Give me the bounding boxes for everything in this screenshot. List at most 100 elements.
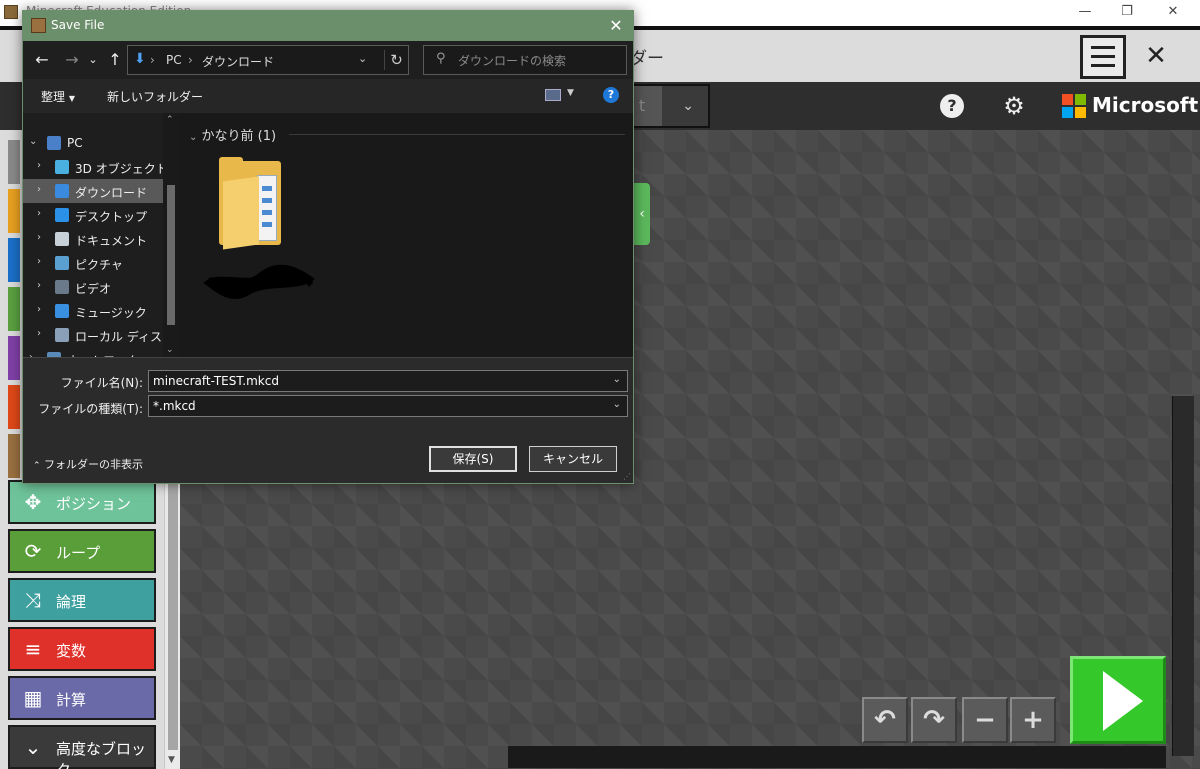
gear-icon[interactable]: ⚙ — [1000, 92, 1028, 120]
filename-combobox[interactable]: ⌄ — [148, 370, 628, 392]
chevron-right-icon[interactable]: › — [37, 232, 41, 243]
tree-item-label: PC — [67, 136, 83, 150]
redacted-folder-name — [203, 264, 315, 299]
tree-item-label: ビデオ — [75, 282, 112, 296]
back-button[interactable]: ← — [31, 49, 53, 71]
hidden-category-strip[interactable] — [8, 434, 20, 478]
plus-icon: + — [1022, 705, 1044, 735]
filetype-field[interactable] — [153, 398, 603, 414]
scroll-down-icon[interactable]: ▼ — [168, 755, 175, 765]
hide-folders-toggle[interactable]: ⌃ フォルダーの非表示 — [33, 456, 143, 472]
close-window-button[interactable]: ✕ — [1162, 2, 1184, 22]
forward-button[interactable]: → — [61, 49, 83, 71]
hidden-category-strip[interactable] — [8, 189, 20, 233]
hidden-category-strip[interactable] — [8, 238, 20, 282]
chevron-right-icon[interactable]: › — [37, 304, 41, 315]
chevron-down-icon: ⌄ — [682, 98, 694, 114]
minimize-window-button[interactable]: — — [1074, 2, 1096, 22]
file-list-pane[interactable]: ⌄ かなり前 (1) — [179, 113, 633, 357]
breadcrumb-pc[interactable]: PC — [166, 53, 182, 67]
pc-icon — [47, 136, 61, 150]
recent-locations-button[interactable]: ⌄ — [85, 49, 101, 71]
tree-item[interactable]: › 3D オブジェクト — [23, 155, 179, 179]
tree-item-label: デスクトップ — [75, 210, 148, 224]
filetype-label: ファイルの種類(T): — [38, 402, 143, 416]
chevron-up-icon: ⌃ — [33, 461, 41, 471]
hidden-category-strip[interactable] — [8, 385, 20, 429]
chevron-right-icon[interactable]: › — [37, 280, 41, 291]
close-editor-button[interactable]: ✕ — [1142, 41, 1170, 71]
search-box[interactable]: ⚲ — [423, 45, 627, 75]
view-icon[interactable] — [545, 89, 561, 101]
download-icon — [55, 184, 69, 198]
organize-button[interactable]: 整理 ▼ — [41, 88, 75, 105]
restore-window-button[interactable]: ❐ — [1116, 2, 1138, 22]
microsoft-text: Microsoft — [1092, 93, 1199, 117]
scroll-up-icon[interactable]: ⌃ — [166, 115, 174, 125]
loop-icon: ⟳ — [24, 539, 42, 563]
folder-icon[interactable] — [219, 157, 289, 253]
group-header[interactable]: ⌄ かなり前 (1) — [189, 125, 276, 144]
new-folder-button[interactable]: 新しいフォルダー — [107, 88, 203, 105]
chevron-right-icon[interactable]: › — [37, 208, 41, 219]
tree-item[interactable]: › ドキュメント — [23, 227, 179, 251]
toolbox-category[interactable]: ⌄ 高度なブロック — [8, 725, 156, 769]
chevron-right-icon[interactable]: › — [37, 160, 41, 171]
dialog-titlebar[interactable]: Save File ✕ — [23, 11, 633, 41]
chevron-down-icon[interactable]: ⌄ — [358, 52, 367, 65]
help-icon[interactable]: ? — [940, 94, 964, 118]
caret-down-icon[interactable]: ▼ — [567, 88, 574, 98]
chevron-down-icon[interactable]: ⌄ — [29, 136, 37, 147]
tree-item[interactable]: › ピクチャ — [23, 251, 179, 275]
hidden-category-strip[interactable] — [8, 336, 20, 380]
menu-list-icon — [1091, 46, 1115, 49]
dialog-close-button[interactable]: ✕ — [605, 15, 627, 37]
save-button[interactable]: 保存(S) — [429, 446, 517, 472]
command-bar: 整理 ▼ 新しいフォルダー ▼ ? — [23, 79, 633, 113]
up-button[interactable]: ↑ — [105, 49, 125, 71]
toolbox-category[interactable]: ⟳ ループ — [8, 529, 156, 573]
workspace-scrollbar[interactable] — [1172, 396, 1194, 756]
chevron-right-icon[interactable]: › — [37, 328, 41, 339]
menu-list-button[interactable] — [1080, 35, 1126, 79]
hidden-category-strip[interactable] — [8, 140, 20, 184]
tree-item[interactable]: › ビデオ — [23, 275, 179, 299]
tree-item[interactable]: › ダウンロード — [23, 179, 179, 203]
scroll-down-icon[interactable]: ⌄ — [166, 345, 174, 355]
position-icon: ✥ — [24, 490, 42, 514]
math-icon: ▦ — [23, 686, 43, 710]
navigation-bar: ← → ⌄ ↑ ⬇ › PC › ダウンロード › ⌄ ↻ ⚲ — [23, 41, 633, 79]
tree-item[interactable]: ›ローカル ディスク (C — [23, 323, 179, 347]
redo-button[interactable]: ↷ — [911, 697, 957, 743]
play-icon — [1103, 671, 1143, 731]
toolbox-category[interactable]: ▦ 計算 — [8, 676, 156, 720]
address-bar[interactable]: ⬇ › PC › ダウンロード › ⌄ ↻ — [127, 45, 409, 75]
cancel-button[interactable]: キャンセル — [529, 446, 617, 472]
toolbox-category[interactable]: ⤨ 論理 — [8, 578, 156, 622]
undo-button[interactable]: ↶ — [862, 697, 908, 743]
tree-item[interactable]: › ミュージック — [23, 299, 179, 323]
resize-grip-icon[interactable]: ⋰ — [623, 472, 631, 481]
filetype-select[interactable]: ⌄ — [148, 395, 628, 417]
tree-item[interactable]: ›ネットワーク — [23, 347, 179, 357]
tree-item[interactable]: ⌄ PC — [23, 131, 179, 155]
navigation-scrollbar-thumb[interactable] — [167, 185, 175, 325]
run-code-button[interactable] — [1070, 656, 1166, 744]
hidden-category-strip[interactable] — [8, 287, 20, 331]
toolbox-category[interactable]: ≡ 変数 — [8, 627, 156, 671]
search-input[interactable] — [458, 52, 618, 70]
zoom-in-button[interactable]: + — [1010, 697, 1056, 743]
video-icon — [55, 280, 69, 294]
filename-field[interactable] — [153, 373, 603, 389]
help-icon[interactable]: ? — [603, 87, 619, 103]
zoom-out-button[interactable]: − — [962, 697, 1008, 743]
chevron-right-icon[interactable]: › — [37, 256, 41, 267]
collapse-toolbox-tab[interactable]: ‹ — [634, 183, 650, 245]
chevron-down-icon[interactable]: ⌄ — [613, 399, 621, 410]
refresh-button[interactable]: ↻ — [384, 50, 408, 70]
navigation-scrollbar[interactable]: ⌃ ⌄ — [163, 113, 179, 357]
toolbox-category[interactable]: ✥ ポジション — [8, 480, 156, 524]
chevron-right-icon[interactable]: › — [37, 184, 41, 195]
tree-item[interactable]: › デスクトップ — [23, 203, 179, 227]
chevron-down-icon[interactable]: ⌄ — [613, 374, 621, 385]
